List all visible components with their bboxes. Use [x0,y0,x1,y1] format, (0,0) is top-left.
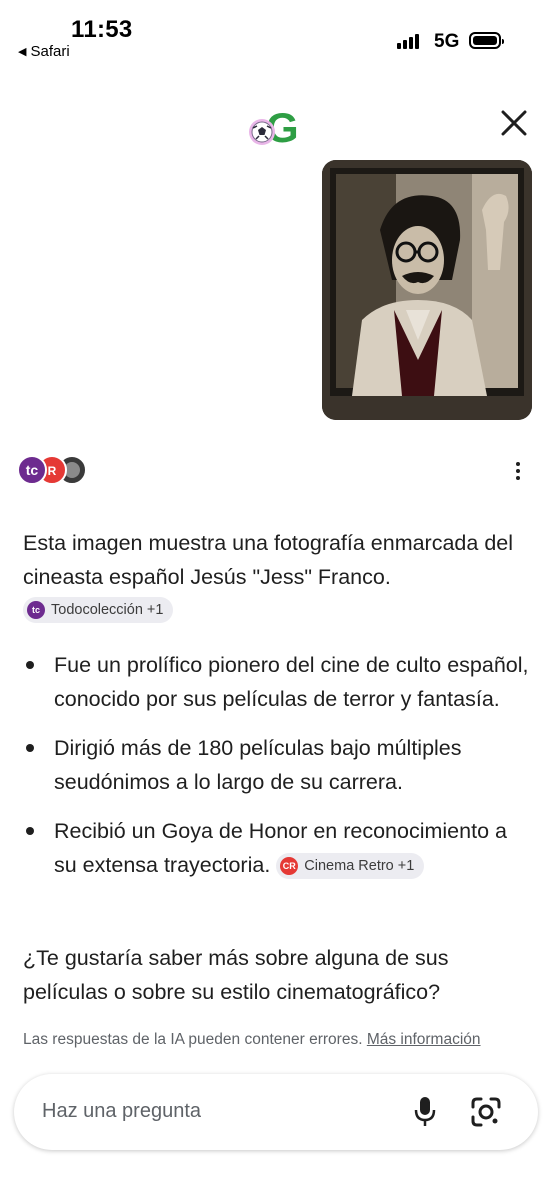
source-icons[interactable]: R tc [17,453,91,487]
more-info-link[interactable]: Más información [367,1031,481,1048]
disclaimer-text: Las respuestas de la IA pueden contener … [23,1031,363,1048]
svg-text:tc: tc [26,462,39,478]
follow-up-question: ¿Te gustaría saber más sobre alguna de s… [23,946,449,1004]
cinema-retro-icon: CR [280,857,299,876]
source-chip-label: Todocolección +1 [51,602,164,618]
uploaded-photo[interactable] [322,160,532,420]
close-icon[interactable] [498,107,530,139]
bullet-item: Dirigió más de 180 películas bajo múltip… [23,731,533,799]
bullet-icon [26,661,34,669]
battery-icon [469,32,504,49]
bullet-icon [26,744,34,752]
todocoleccion-icon: tc [27,601,45,619]
google-logo-icon: G [249,104,299,148]
network-label: 5G [434,31,460,52]
answer-bullet-list: Fue un prolífico pionero del cine de cul… [23,648,533,897]
ask-input-bar[interactable]: Haz una pregunta [14,1074,538,1150]
ai-disclaimer: Las respuestas de la IA pueden contener … [23,1031,538,1049]
bullet-item: Recibió un Goya de Honor en reconocimien… [23,814,533,882]
back-triangle-icon: ◀ [18,46,27,58]
source-chip-todocoleccion[interactable]: tc Todocolección +1 [23,597,174,623]
source-chip-label: Cinema Retro +1 [304,858,415,875]
status-time: 11:53 [71,16,133,43]
answer-intro: Esta imagen muestra una fotografía enmar… [23,531,514,589]
bullet-text: Dirigió más de 180 películas bajo múltip… [54,736,462,794]
source-chip-cinema-retro[interactable]: CR Cinema Retro +1 [276,853,425,880]
more-vert-icon[interactable] [506,457,530,485]
mic-icon[interactable] [412,1095,438,1129]
signal-icon [397,34,419,49]
framed-portrait-photo-icon [322,160,532,420]
google-lens-icon[interactable] [470,1096,502,1128]
bullet-text: Fue un prolífico pionero del cine de cul… [54,653,529,711]
bullet-item: Fue un prolífico pionero del cine de cul… [23,648,533,716]
back-to-app-button[interactable]: ◀ Safari [18,43,70,60]
ask-input-placeholder[interactable]: Haz una pregunta [42,1100,201,1123]
bullet-icon [26,827,34,835]
svg-text:R: R [48,464,57,478]
back-app-label: Safari [30,43,70,60]
